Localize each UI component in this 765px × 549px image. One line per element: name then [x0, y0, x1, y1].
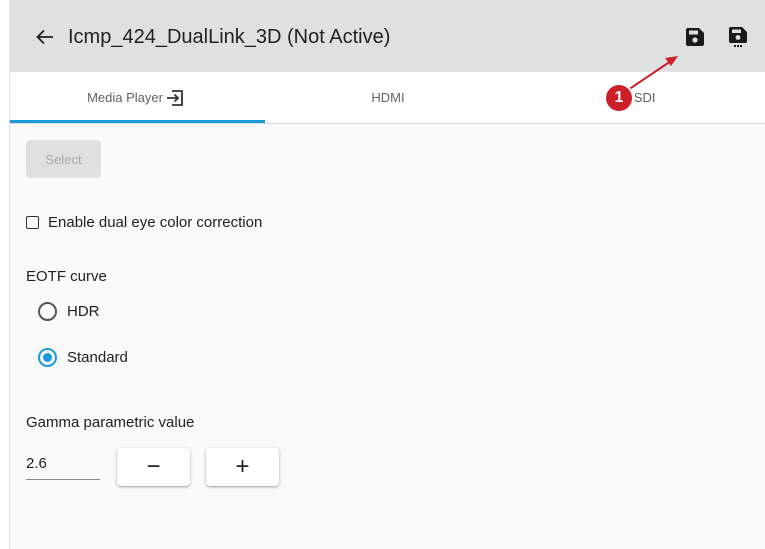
- tab-hdmi[interactable]: HDMI: [262, 72, 514, 123]
- gamma-increment-button[interactable]: +: [206, 448, 279, 486]
- radio-standard-option[interactable]: Standard: [38, 346, 128, 368]
- radio-hdr[interactable]: [38, 301, 57, 321]
- dual-eye-label: Enable dual eye color correction: [48, 213, 263, 231]
- radio-standard[interactable]: [38, 347, 57, 367]
- save-as-icon[interactable]: [729, 27, 747, 47]
- gamma-value-input[interactable]: 2.6: [26, 448, 100, 480]
- dual-eye-checkbox[interactable]: [26, 215, 39, 229]
- callout-badge: 1: [606, 85, 632, 111]
- tab-label: HDMI: [371, 90, 405, 105]
- active-tab-indicator: [10, 120, 265, 123]
- radio-standard-label: Standard: [67, 348, 128, 366]
- gamma-decrement-button[interactable]: −: [117, 448, 190, 486]
- eotf-curve-label: EOTF curve: [26, 268, 107, 285]
- dual-eye-checkbox-row[interactable]: Enable dual eye color correction: [26, 212, 262, 232]
- select-button[interactable]: Select: [26, 140, 101, 178]
- input-arrow-icon: [166, 89, 183, 106]
- tab-media-player[interactable]: Media Player: [10, 72, 262, 123]
- radio-hdr-label: HDR: [67, 302, 100, 320]
- settings-panel: Icmp_424_DualLink_3D (Not Active) Media …: [9, 0, 765, 549]
- gamma-label: Gamma parametric value: [26, 414, 195, 431]
- save-icon[interactable]: [686, 27, 704, 47]
- arrow-left-icon[interactable]: [36, 29, 54, 45]
- radio-hdr-option[interactable]: HDR: [38, 300, 100, 322]
- tab-label: Media Player: [87, 90, 163, 105]
- page-title: Icmp_424_DualLink_3D (Not Active): [68, 26, 391, 48]
